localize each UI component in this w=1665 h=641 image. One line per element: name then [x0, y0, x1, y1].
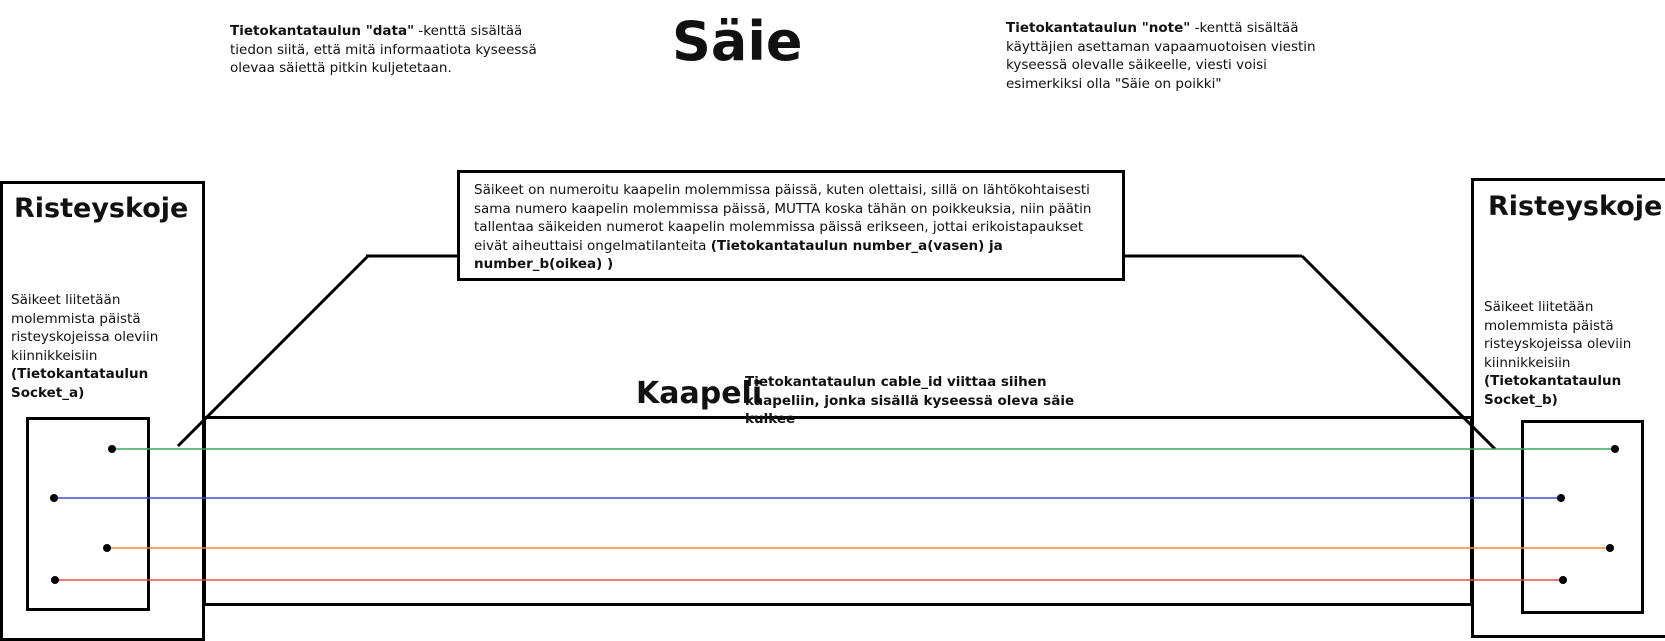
left-socket-pin	[108, 445, 116, 453]
right-socket-pin	[1611, 445, 1619, 453]
right-funnel-line	[1300, 254, 1497, 451]
strand-diagram	[50, 254, 1619, 584]
left-socket-pin	[50, 494, 58, 502]
left-socket-pin	[51, 576, 59, 584]
left-funnel-line	[176, 254, 370, 448]
right-socket-pin	[1606, 544, 1614, 552]
right-socket-pin	[1559, 576, 1567, 584]
cable-label: Kaapeli	[636, 376, 763, 411]
right-socket-pin	[1557, 494, 1565, 502]
cable-note: Tietokantataulun cable_id viittaa siihen…	[745, 374, 1075, 427]
left-socket-pin	[103, 544, 111, 552]
numbering-note-box: Säikeet on numeroitu kaapelin molemmissa…	[457, 170, 1125, 281]
